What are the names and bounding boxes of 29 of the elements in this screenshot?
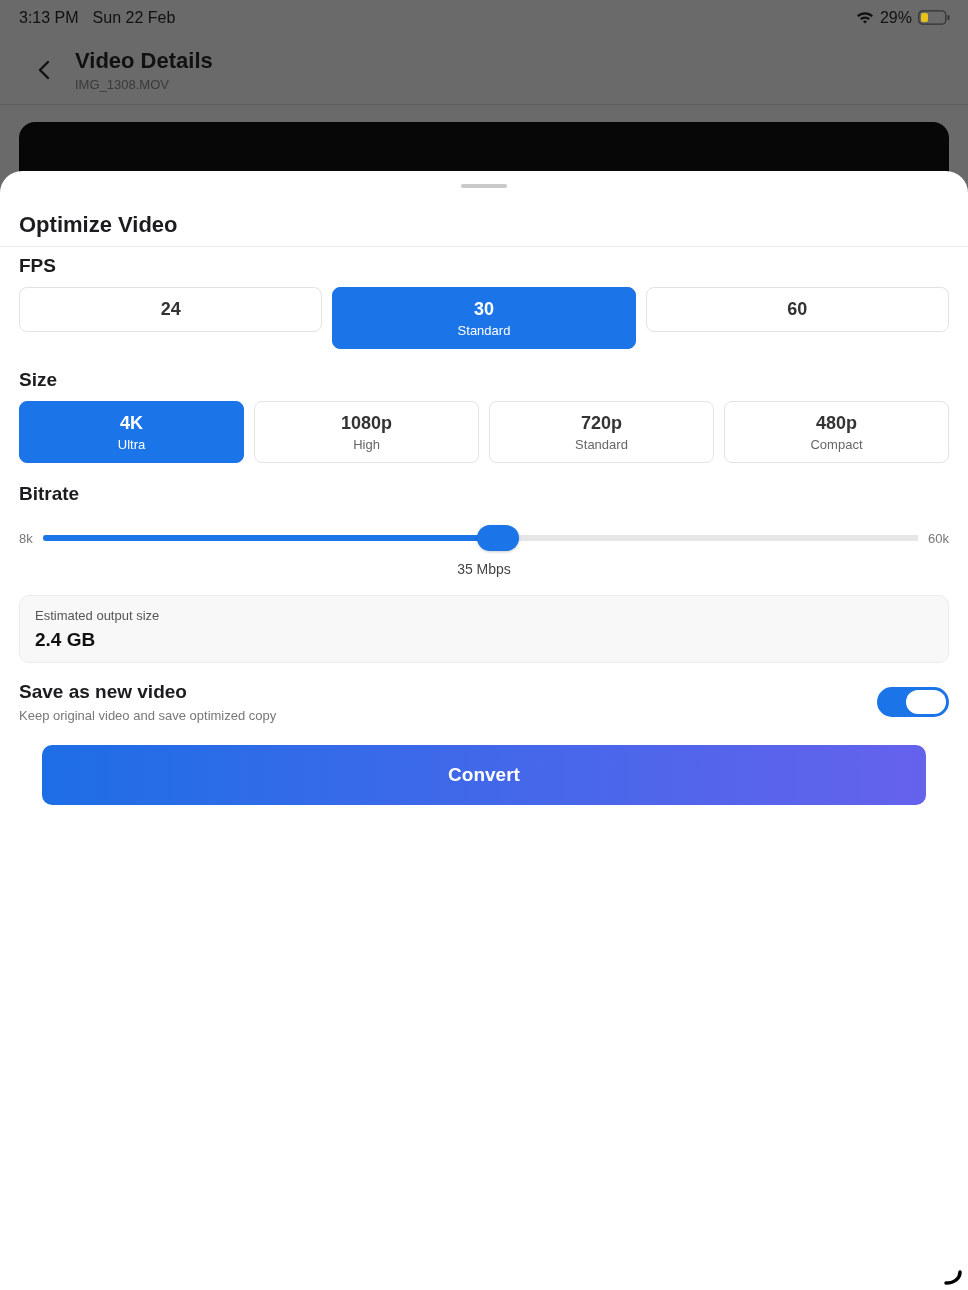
section-label: FPS <box>19 255 57 277</box>
section-label: Size <box>19 369 59 391</box>
battery-icon <box>918 10 950 25</box>
slider-min-label: 8k <box>19 530 33 546</box>
slider-max-label: 60k <box>928 530 949 546</box>
back-icon[interactable] <box>37 59 51 80</box>
battery-percent: 29% <box>879 8 912 27</box>
status-date: Sun 22 Feb <box>92 8 176 27</box>
arc-icon <box>943 1270 963 1286</box>
setting-title: Save as new video <box>19 681 188 703</box>
setting-description: Keep original video and save optimized copy <box>19 708 277 723</box>
status-time: 3:13 PM <box>19 8 79 27</box>
size-option[interactable]: 1080p High <box>254 401 479 463</box>
slider-thumb[interactable] <box>476 525 519 551</box>
bitrate-value: 35 Mbps <box>457 561 511 577</box>
size-option[interactable]: 480p Compact <box>724 401 949 463</box>
estimate-label: Estimated output size <box>35 608 161 623</box>
fps-option[interactable]: 24 <box>19 287 323 332</box>
toggle-switch[interactable] <box>877 687 949 717</box>
fps-option[interactable]: 30 Standard <box>332 287 636 349</box>
convert-button[interactable]: Convert <box>42 745 926 805</box>
size-option[interactable]: 4K Ultra <box>19 401 244 463</box>
sheet-title: Optimize Video <box>0 188 968 247</box>
page-title: Video Details <box>75 47 213 74</box>
size-option[interactable]: 720p Standard <box>489 401 714 463</box>
section-label: Bitrate <box>19 483 81 505</box>
fps-option[interactable]: 60 <box>645 287 949 332</box>
wifi-icon <box>855 11 874 24</box>
estimate-value: 2.4 GB <box>35 629 97 651</box>
